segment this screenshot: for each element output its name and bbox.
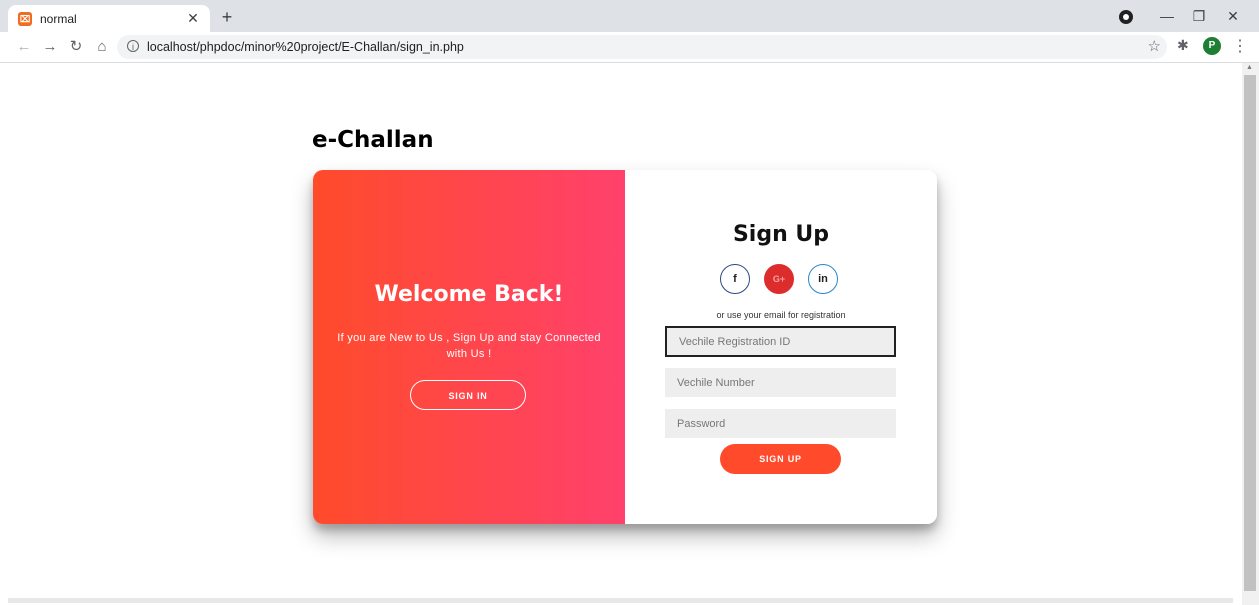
- back-button[interactable]: ←: [14, 37, 34, 57]
- tab-title: normal: [40, 12, 77, 26]
- forward-button[interactable]: →: [40, 37, 60, 57]
- scroll-up-icon[interactable]: ▲: [1246, 64, 1253, 71]
- sign-up-button[interactable]: SIGN UP: [720, 444, 841, 474]
- address-bar[interactable]: i localhost/phpdoc/minor%20project/E-Cha…: [117, 35, 1167, 59]
- google-plus-icon[interactable]: G+: [764, 264, 794, 294]
- welcome-text: If you are New to Us , Sign Up and stay …: [337, 332, 601, 360]
- sign-in-button[interactable]: SIGN IN: [410, 380, 526, 410]
- puzzle-icon[interactable]: ✱: [1177, 37, 1189, 54]
- bottom-status-strip: [8, 598, 1233, 603]
- menu-dots-icon[interactable]: ⋮: [1232, 36, 1248, 56]
- welcome-panel: Welcome Back! If you are New to Us , Sig…: [313, 170, 625, 524]
- welcome-heading: Welcome Back!: [374, 282, 564, 307]
- auth-card: Welcome Back! If you are New to Us , Sig…: [313, 170, 937, 524]
- browser-tab-bar: ⌧ normal ✕ + — ❐ ✕: [0, 0, 1259, 32]
- close-tab-icon[interactable]: ✕: [184, 9, 202, 27]
- record-icon[interactable]: [1119, 10, 1133, 24]
- registration-id-input[interactable]: [665, 326, 896, 357]
- linkedin-icon[interactable]: in: [808, 264, 838, 294]
- reload-button[interactable]: ↻: [66, 37, 86, 57]
- page-title: e-Challan: [312, 127, 434, 153]
- facebook-icon[interactable]: f: [720, 264, 750, 294]
- xampp-icon: ⌧: [18, 12, 32, 26]
- browser-toolbar: ← → ↻ ⌂ i localhost/phpdoc/minor%20proje…: [0, 32, 1259, 63]
- maximize-button[interactable]: ❐: [1188, 6, 1210, 26]
- new-tab-button[interactable]: +: [216, 6, 238, 28]
- star-icon[interactable]: ☆: [1148, 37, 1161, 55]
- url-text[interactable]: localhost/phpdoc/minor%20project/E-Chall…: [147, 40, 464, 54]
- home-button[interactable]: ⌂: [92, 37, 112, 57]
- sign-up-form: Sign Up f G+ in or use your email for re…: [625, 170, 937, 524]
- password-input[interactable]: [665, 409, 896, 438]
- scroll-thumb[interactable]: [1244, 75, 1256, 591]
- close-window-button[interactable]: ✕: [1222, 6, 1244, 26]
- info-icon[interactable]: i: [127, 40, 139, 52]
- browser-tab[interactable]: ⌧ normal ✕: [8, 5, 210, 32]
- page-scrollbar[interactable]: ▲: [1242, 63, 1259, 605]
- registration-hint: or use your email for registration: [716, 310, 846, 320]
- sign-up-heading: Sign Up: [732, 222, 830, 247]
- avatar[interactable]: P: [1203, 37, 1221, 55]
- vehicle-number-input[interactable]: [665, 368, 896, 397]
- minimize-button[interactable]: —: [1156, 6, 1178, 26]
